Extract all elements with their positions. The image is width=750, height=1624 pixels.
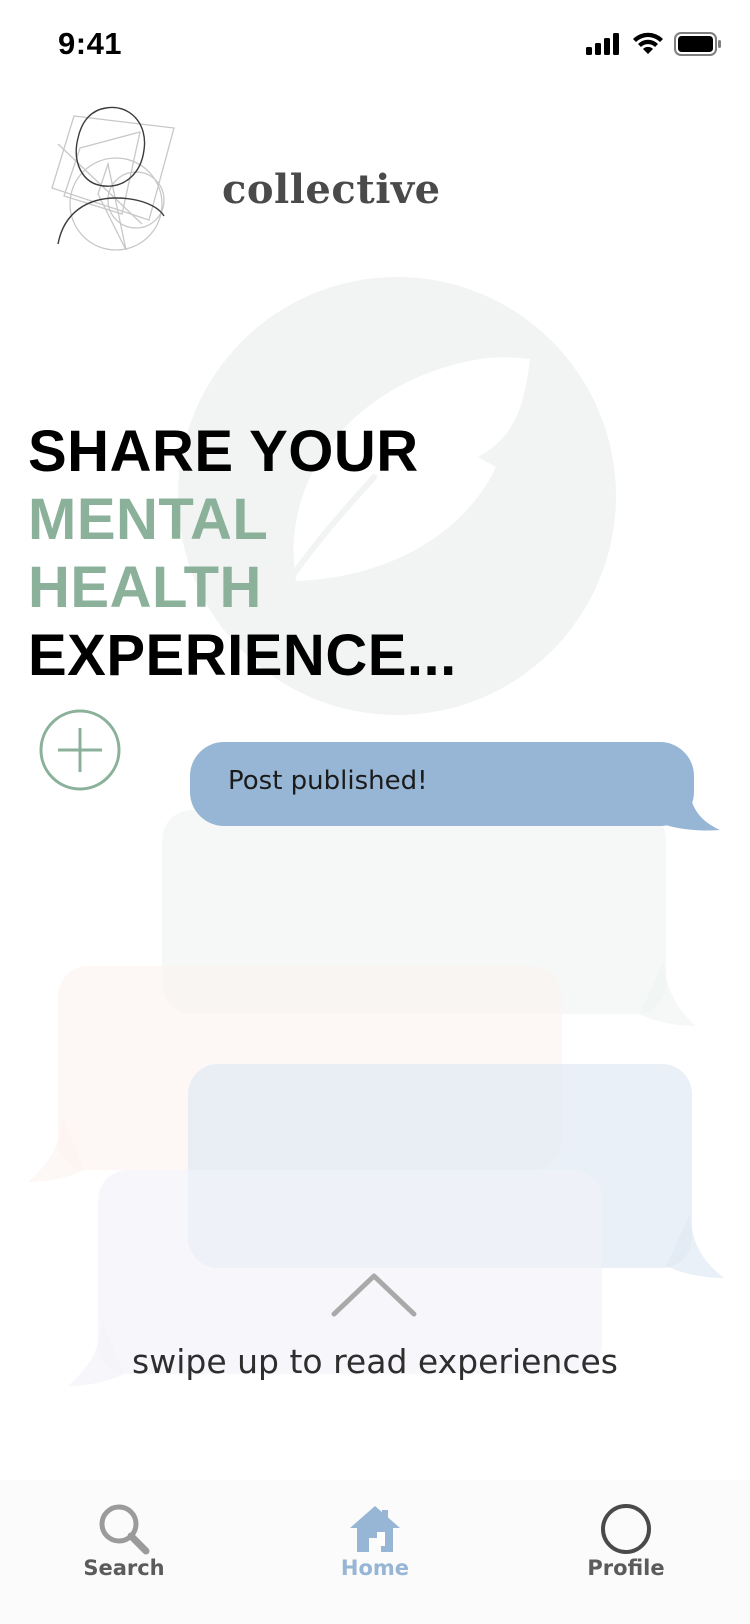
headline-line-3: HEALTH [28, 555, 262, 620]
headline-line-4: EXPERIENCE... [28, 623, 457, 688]
tab-label-profile: Profile [587, 1556, 665, 1580]
toast-message: Post published! [228, 766, 428, 796]
status-icons [586, 32, 722, 56]
tab-label-home: Home [340, 1556, 410, 1580]
app-name: collective [222, 166, 441, 213]
tab-bar: Search Home Profile [0, 1480, 750, 1624]
profile-circle-icon [601, 1504, 651, 1554]
search-icon [99, 1504, 150, 1555]
tab-search[interactable]: Search [44, 1480, 204, 1590]
tab-home[interactable]: Home [295, 1480, 455, 1590]
headline-line-2: MENTAL [28, 487, 269, 552]
home-icon [350, 1506, 400, 1552]
swipe-hint: swipe up to read experiences [132, 1342, 618, 1381]
tab-profile[interactable]: Profile [546, 1480, 706, 1590]
headline: SHARE YOUR MENTAL HEALTH EXPERIENCE... [28, 418, 457, 690]
battery-icon [674, 32, 721, 56]
headline-line-1: SHARE YOUR [28, 419, 419, 484]
wifi-icon [633, 32, 663, 54]
cellular-signal-icon [586, 33, 619, 55]
chevron-up-icon[interactable] [330, 1270, 418, 1320]
status-bar: 9:41 [0, 0, 750, 90]
status-time: 9:41 [58, 26, 123, 61]
abstract-head-logo-icon [51, 106, 175, 251]
tab-label-search: Search [83, 1556, 165, 1580]
